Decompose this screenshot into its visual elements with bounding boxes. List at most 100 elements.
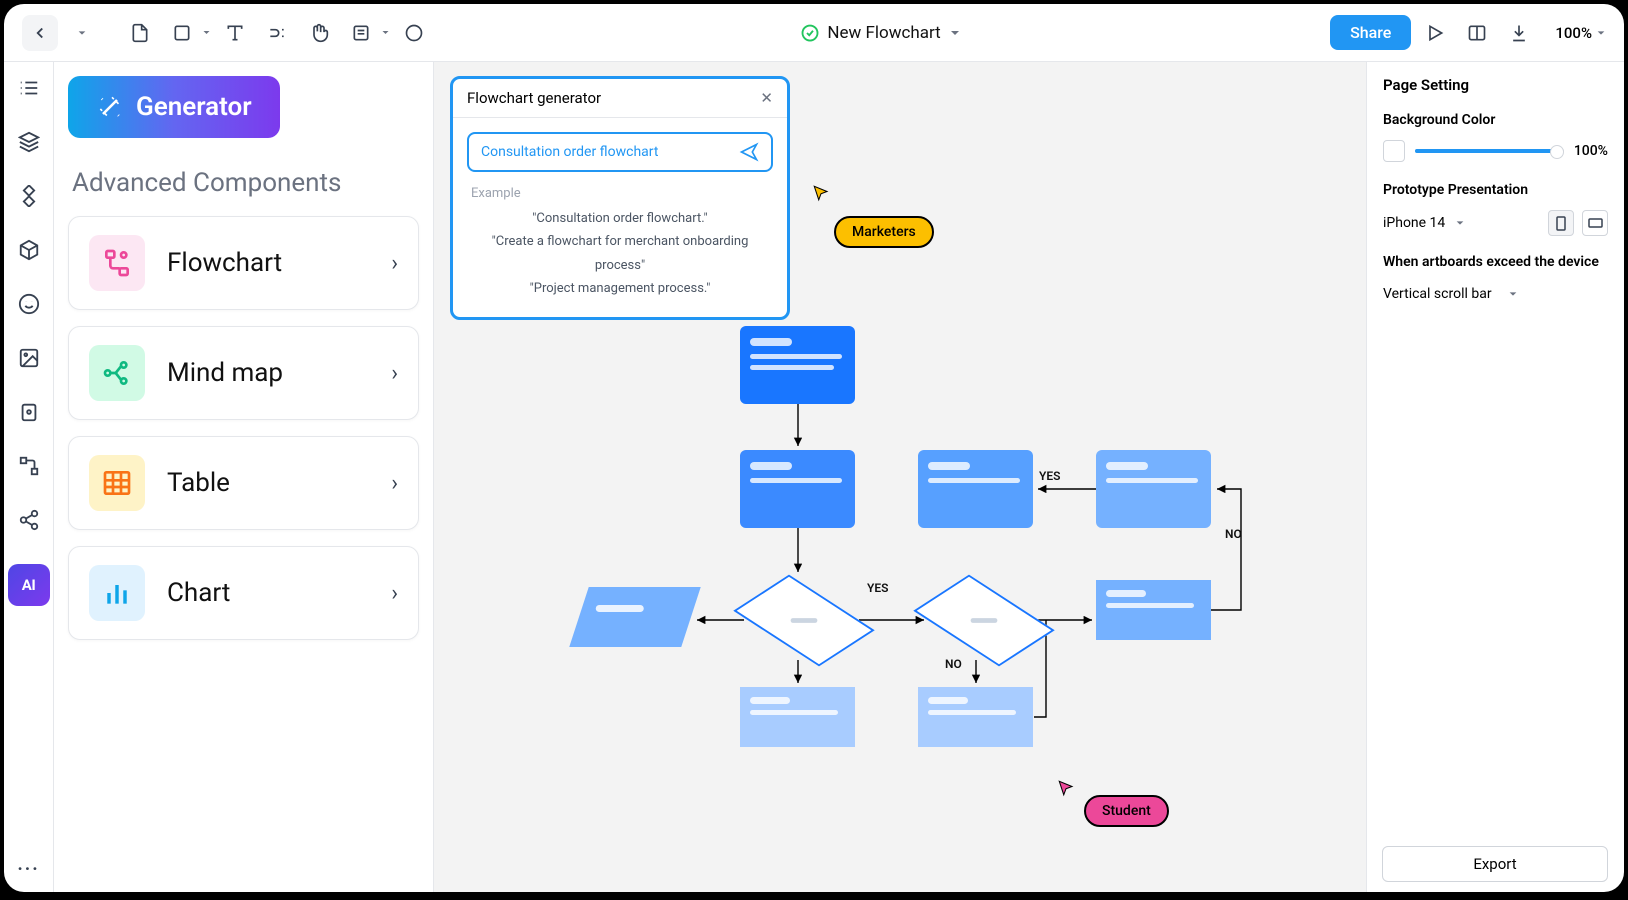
panels-toggle[interactable] bbox=[1459, 15, 1495, 51]
rail-share[interactable] bbox=[15, 506, 43, 534]
zoom-value: 100% bbox=[1555, 24, 1592, 42]
generator-label: Generator bbox=[136, 92, 252, 122]
chevron-left-icon bbox=[31, 24, 49, 42]
topbar: New Flowchart Share 100% bbox=[4, 4, 1624, 62]
canvas[interactable]: Flowchart generator ✕ Example "Consultat… bbox=[434, 62, 1366, 892]
note-tool[interactable] bbox=[343, 15, 379, 51]
rail-more[interactable]: ··· bbox=[17, 859, 39, 880]
layout-icon bbox=[1467, 23, 1487, 43]
flow-node-process[interactable] bbox=[1096, 580, 1211, 640]
rail-layers[interactable] bbox=[15, 128, 43, 156]
clipboard-icon bbox=[18, 401, 40, 423]
chevron-down-icon bbox=[1455, 218, 1465, 228]
flow-node-process[interactable] bbox=[918, 450, 1033, 528]
frame-icon bbox=[172, 23, 192, 43]
zoom-control[interactable]: 100% bbox=[1555, 24, 1606, 42]
text-tool[interactable] bbox=[217, 15, 253, 51]
magic-wand-icon bbox=[96, 93, 124, 121]
image-icon bbox=[18, 347, 40, 369]
hand-tool[interactable] bbox=[301, 15, 337, 51]
comment-tool[interactable] bbox=[396, 15, 432, 51]
flow-node-decision[interactable] bbox=[733, 575, 874, 667]
bg-color-swatch[interactable] bbox=[1383, 140, 1405, 162]
generator-panel: Flowchart generator ✕ Example "Consultat… bbox=[450, 76, 790, 320]
rail-components[interactable] bbox=[15, 182, 43, 210]
rail-image[interactable] bbox=[15, 344, 43, 372]
scroll-select[interactable]: Vertical scroll bar bbox=[1383, 286, 1608, 302]
component-mindmap[interactable]: Mind map › bbox=[68, 326, 419, 420]
rail-clipboard[interactable] bbox=[15, 398, 43, 426]
flow-node-process[interactable] bbox=[740, 687, 855, 747]
opacity-value: 100% bbox=[1574, 143, 1608, 159]
orientation-portrait[interactable] bbox=[1548, 210, 1574, 236]
smile-icon bbox=[18, 293, 40, 315]
example-1: "Consultation order flowchart." bbox=[471, 207, 769, 230]
flow-label-yes: YES bbox=[867, 581, 888, 595]
page-setting-title: Page Setting bbox=[1383, 76, 1608, 94]
layers-icon bbox=[18, 131, 40, 153]
rail-3d[interactable] bbox=[15, 236, 43, 264]
saved-check-icon bbox=[801, 24, 819, 42]
frame-tool[interactable] bbox=[164, 15, 200, 51]
text-icon bbox=[225, 23, 245, 43]
orientation-landscape[interactable] bbox=[1582, 210, 1608, 236]
connector-tool[interactable] bbox=[259, 15, 295, 51]
cursor-icon bbox=[1057, 779, 1075, 797]
play-icon bbox=[1425, 23, 1445, 43]
rail-flow[interactable] bbox=[15, 452, 43, 480]
send-icon[interactable] bbox=[739, 142, 759, 162]
flow-node-decision[interactable] bbox=[913, 575, 1054, 667]
opacity-slider[interactable] bbox=[1415, 149, 1564, 153]
chevron-right-icon: › bbox=[391, 581, 398, 606]
download-icon bbox=[1509, 23, 1529, 43]
component-flowchart[interactable]: Flowchart › bbox=[68, 216, 419, 310]
back-dropdown[interactable] bbox=[64, 15, 100, 51]
mindmap-icon bbox=[89, 345, 145, 401]
chevron-right-icon: › bbox=[391, 251, 398, 276]
page-icon bbox=[130, 23, 150, 43]
component-label: Chart bbox=[167, 578, 369, 608]
title-text: New Flowchart bbox=[827, 23, 940, 43]
generator-input[interactable] bbox=[481, 144, 731, 160]
generator-button[interactable]: Generator bbox=[68, 76, 280, 138]
document-title[interactable]: New Flowchart bbox=[438, 23, 1324, 43]
back-button[interactable] bbox=[22, 15, 58, 51]
rail-emoji[interactable] bbox=[15, 290, 43, 318]
close-icon[interactable]: ✕ bbox=[760, 89, 773, 107]
component-label: Flowchart bbox=[167, 248, 369, 278]
rail-outline[interactable] bbox=[15, 74, 43, 102]
chart-icon bbox=[89, 565, 145, 621]
share-button[interactable]: Share bbox=[1330, 15, 1411, 50]
right-panel: Page Setting Background Color 100% Proto… bbox=[1366, 62, 1624, 892]
generator-panel-title: Flowchart generator bbox=[467, 89, 601, 107]
page-tool[interactable] bbox=[122, 15, 158, 51]
flow-node-process[interactable] bbox=[918, 687, 1033, 747]
component-table[interactable]: Table › bbox=[68, 436, 419, 530]
cursor-icon bbox=[812, 184, 830, 202]
component-label: Table bbox=[167, 468, 369, 498]
hand-icon bbox=[309, 23, 329, 43]
chevron-down-icon bbox=[202, 28, 211, 37]
flow-node-process[interactable] bbox=[740, 450, 855, 528]
flow-node-process[interactable] bbox=[1096, 450, 1211, 528]
list-icon bbox=[18, 77, 40, 99]
flow-node-input[interactable] bbox=[569, 587, 700, 647]
note-icon bbox=[351, 23, 371, 43]
download-button[interactable] bbox=[1501, 15, 1537, 51]
chevron-right-icon: › bbox=[391, 471, 398, 496]
play-button[interactable] bbox=[1417, 15, 1453, 51]
icon-rail: AI ··· bbox=[4, 62, 54, 892]
flow-node-start[interactable] bbox=[740, 326, 855, 404]
chevron-down-icon bbox=[1508, 289, 1518, 299]
left-panel: Generator Advanced Components Flowchart … bbox=[54, 62, 434, 892]
device-select[interactable]: iPhone 14 bbox=[1383, 215, 1540, 231]
export-button[interactable]: Export bbox=[1382, 846, 1608, 882]
component-label: Mind map bbox=[167, 358, 369, 388]
rail-ai[interactable]: AI bbox=[8, 564, 50, 606]
chevron-down-icon bbox=[77, 28, 87, 38]
component-chart[interactable]: Chart › bbox=[68, 546, 419, 640]
flow-icon bbox=[18, 455, 40, 477]
example-2: "Create a flowchart for merchant onboard… bbox=[471, 230, 769, 277]
connector-icon bbox=[267, 23, 287, 43]
landscape-icon bbox=[1588, 218, 1603, 228]
